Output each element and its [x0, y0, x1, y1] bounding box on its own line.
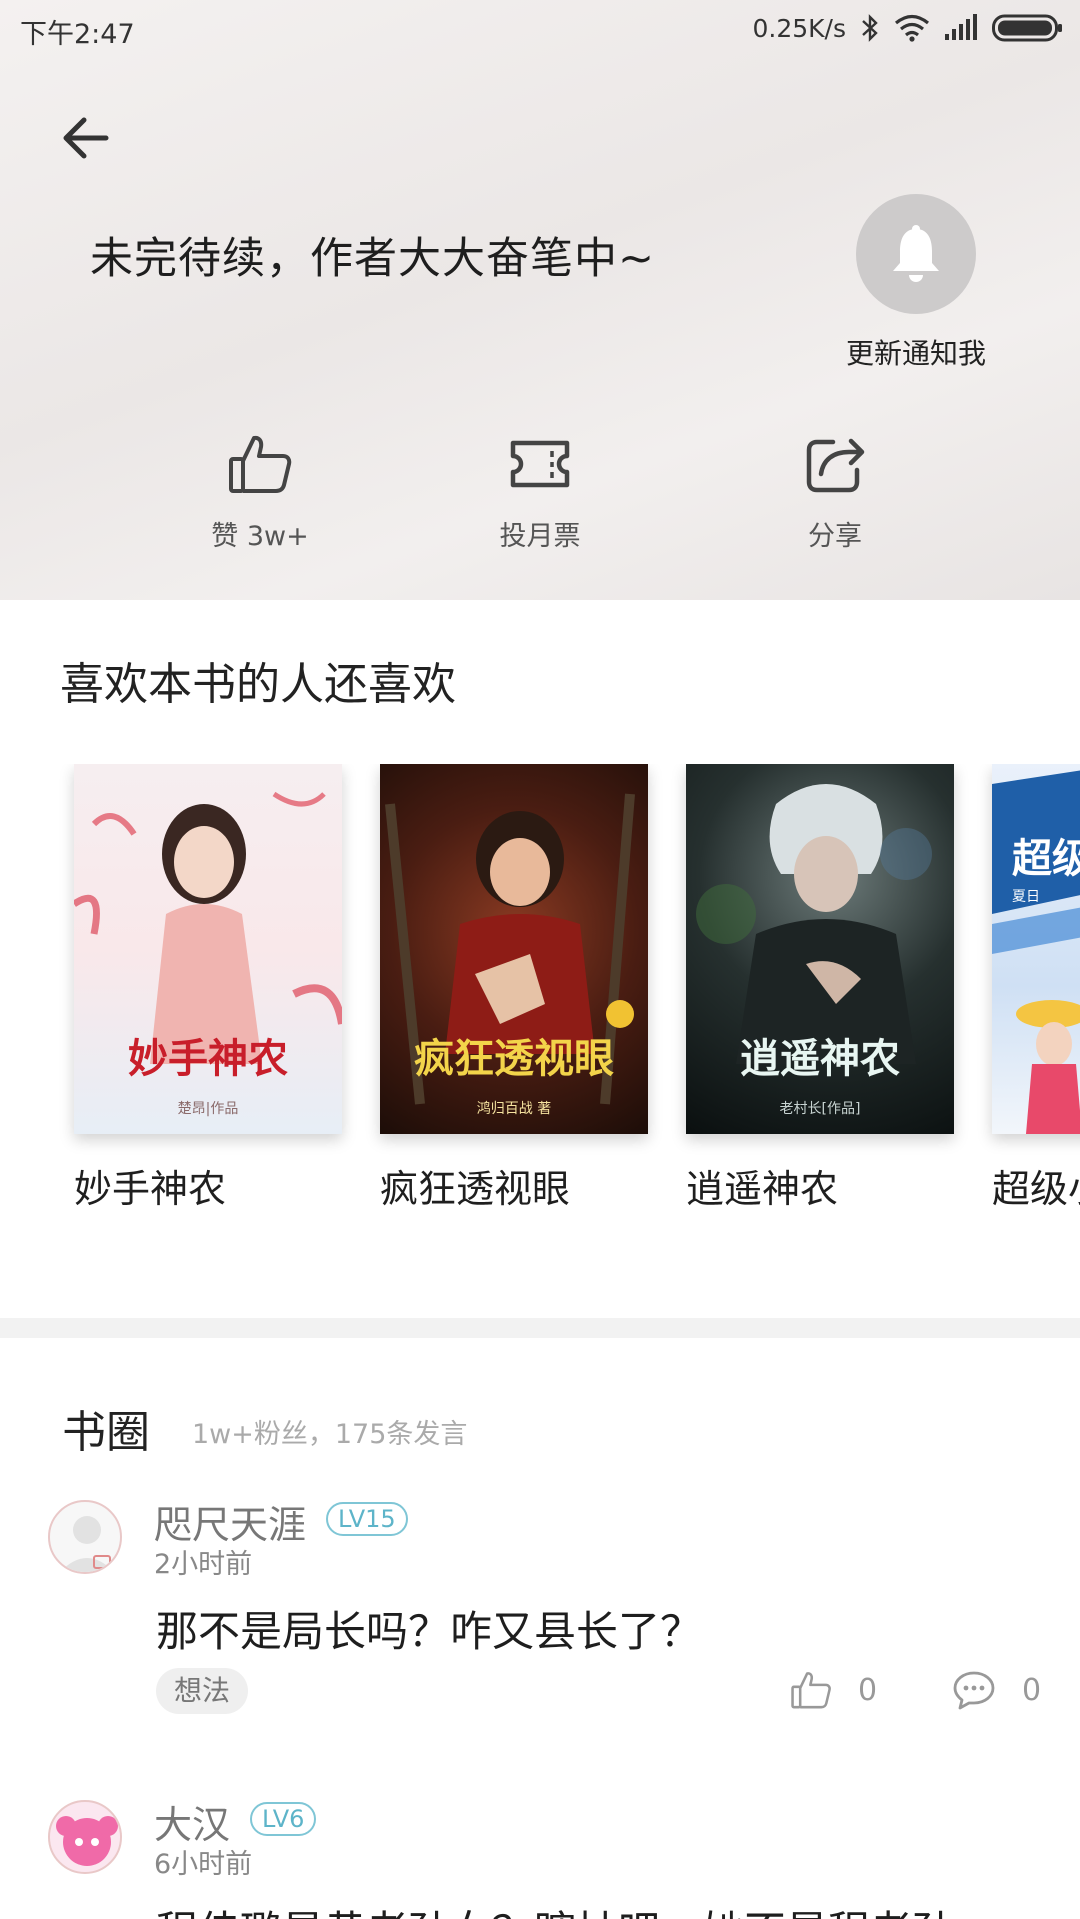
book-end-header: 下午2:47 0.25K/s 未完待续，作者大大奋笔中~ 更新通知我 赞 3w+…	[0, 0, 1080, 600]
signal-icon	[945, 14, 977, 40]
book-card[interactable]: 逍遥神农 老村长[作品] 逍遥神农	[686, 764, 954, 1213]
cover-author: 夏日	[1012, 889, 1040, 905]
book-circle-stats: 1w+粉丝，175条发言	[192, 1419, 468, 1450]
book-circle-title[interactable]: 书圈	[62, 1396, 150, 1460]
user-avatar-icon	[56, 1816, 118, 1866]
level-badge: LV15	[326, 1502, 408, 1536]
avatar[interactable]	[48, 1500, 122, 1574]
book-name[interactable]: 逍遥神农	[686, 1158, 954, 1213]
monthly-ticket-button[interactable]: 投月票	[430, 432, 650, 553]
recommend-carousel[interactable]: 妙手神农 楚昂|作品 妙手神农 疯狂透视眼 鸿归百战 著 疯狂透视眼 逍遥神农 …	[0, 764, 1080, 1224]
cover-title: 妙手神农	[128, 1035, 288, 1082]
username[interactable]: 咫尺天涯	[154, 1494, 306, 1549]
avatar[interactable]	[48, 1800, 122, 1874]
cover-title: 疯狂透视眼	[414, 1035, 614, 1082]
recommend-title: 喜欢本书的人还喜欢	[60, 659, 456, 710]
username[interactable]: 大汉	[154, 1794, 230, 1849]
cover-title: 逍遥神农	[740, 1035, 900, 1082]
status-time: 下午2:47	[20, 19, 135, 50]
book-name[interactable]: 疯狂透视眼	[380, 1158, 648, 1213]
share-button[interactable]: 分享	[725, 432, 945, 553]
cover-author: 楚昂|作品	[177, 1101, 239, 1117]
serialization-status: 未完待续，作者大大奋笔中~	[90, 234, 656, 284]
comment-count: 0	[1022, 1672, 1042, 1708]
status-icons: 0.25K/s	[752, 10, 1064, 46]
post-like-button[interactable]: 0	[790, 1670, 877, 1710]
cover-author: 老村长[作品]	[779, 1101, 861, 1117]
post-time: 2小时前	[154, 1549, 253, 1580]
default-avatar-icon	[60, 1516, 114, 1572]
wifi-icon	[894, 14, 930, 42]
post-time: 6小时前	[154, 1849, 253, 1880]
section-divider	[0, 1318, 1080, 1338]
net-speed: 0.25K/s	[752, 13, 846, 43]
book-cover[interactable]: 疯狂透视眼 鸿归百战 著	[380, 764, 648, 1134]
book-name[interactable]: 超级小	[992, 1158, 1080, 1213]
cover-title: 超级小	[1012, 835, 1080, 882]
comment-icon	[953, 1671, 995, 1710]
book-cover[interactable]: 超级小 夏日	[992, 764, 1080, 1134]
like-button[interactable]: 赞 3w+	[150, 432, 370, 553]
book-cover[interactable]: 妙手神农 楚昂|作品	[74, 764, 342, 1134]
post-content[interactable]: 程佳璐是黄老孙女？瞎扯吧，她不是程老孙	[156, 1898, 954, 1919]
ticket-icon	[510, 440, 570, 488]
post-tag[interactable]: 想法	[156, 1668, 249, 1714]
book-card[interactable]: 疯狂透视眼 鸿归百战 著 疯狂透视眼	[380, 764, 648, 1213]
like-count: 0	[858, 1672, 878, 1708]
update-notify-button[interactable]: 更新通知我	[836, 194, 996, 372]
level-badge: LV6	[250, 1802, 317, 1836]
post-content[interactable]: 那不是局长吗？咋又县长了？	[156, 1598, 702, 1659]
arrow-left-icon	[63, 117, 109, 159]
book-cover[interactable]: 逍遥神农 老村长[作品]	[686, 764, 954, 1134]
share-label: 分享	[808, 521, 862, 552]
like-count: 赞 3w+	[211, 521, 309, 552]
thumbs-up-icon	[791, 1672, 831, 1709]
back-button[interactable]	[56, 108, 116, 168]
notify-label: 更新通知我	[845, 337, 986, 370]
post-comment-button[interactable]: 0	[952, 1670, 1041, 1710]
bluetooth-icon	[862, 14, 878, 42]
notify-bell-circle[interactable]	[856, 194, 976, 314]
battery-icon	[992, 14, 1062, 42]
status-bar: 下午2:47 0.25K/s	[0, 0, 1080, 58]
book-card[interactable]: 超级小 夏日 超级小	[992, 764, 1080, 1213]
share-icon	[806, 438, 865, 493]
cover-author: 鸿归百战 著	[476, 1101, 552, 1117]
book-name[interactable]: 妙手神农	[74, 1158, 342, 1213]
book-card[interactable]: 妙手神农 楚昂|作品 妙手神农	[74, 764, 342, 1213]
cover-illustration	[992, 770, 1080, 1134]
bell-icon	[893, 225, 939, 282]
ticket-label: 投月票	[499, 521, 581, 552]
thumbs-up-icon	[229, 435, 292, 493]
